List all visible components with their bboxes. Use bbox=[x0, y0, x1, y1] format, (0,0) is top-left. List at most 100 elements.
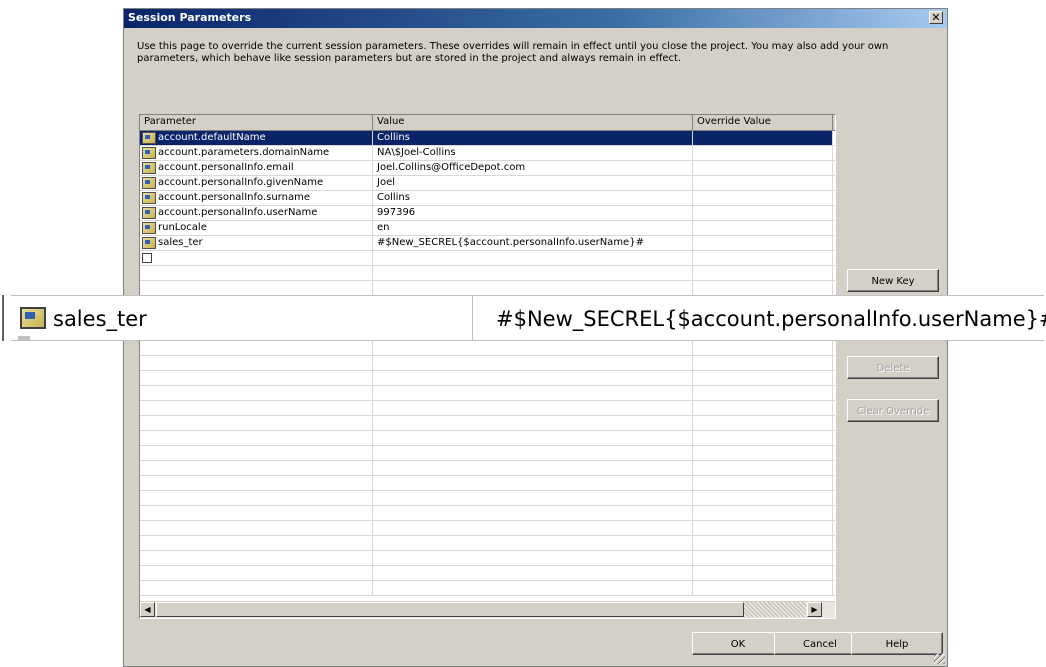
empty-row bbox=[140, 371, 835, 386]
value-cell[interactable]: Collins bbox=[373, 131, 693, 145]
override-value-cell[interactable] bbox=[693, 236, 833, 250]
parameter-cell[interactable]: account.personalInfo.userName bbox=[140, 206, 373, 220]
table-row[interactable]: account.personalInfo.givenName Joel bbox=[140, 176, 835, 191]
empty-cell bbox=[373, 386, 693, 400]
override-value-cell[interactable] bbox=[693, 206, 833, 220]
scroll-right-icon[interactable]: ▶ bbox=[807, 602, 822, 617]
override-value-cell[interactable] bbox=[693, 131, 833, 145]
empty-cell bbox=[693, 431, 833, 445]
value-cell[interactable]: 997396 bbox=[373, 206, 693, 220]
empty-cell bbox=[140, 581, 373, 595]
zoom-column-divider bbox=[472, 295, 473, 341]
empty-cell bbox=[373, 446, 693, 460]
empty-row bbox=[140, 566, 835, 581]
parameter-cell[interactable]: account.personalInfo.email bbox=[140, 161, 373, 175]
empty-cell bbox=[693, 536, 833, 550]
empty-cell bbox=[373, 536, 693, 550]
parameter-cell[interactable]: account.defaultName bbox=[140, 131, 373, 145]
title-bar[interactable]: Session Parameters ✕ bbox=[124, 9, 947, 28]
empty-cell bbox=[140, 341, 373, 355]
new-row[interactable] bbox=[140, 251, 835, 266]
delete-button[interactable]: Delete bbox=[847, 356, 939, 379]
parameter-icon bbox=[142, 177, 156, 189]
scroll-track[interactable] bbox=[744, 602, 806, 617]
empty-row bbox=[140, 506, 835, 521]
clear-override-button[interactable]: Clear Override bbox=[847, 399, 939, 422]
zoom-left-edge bbox=[0, 295, 4, 341]
value-cell[interactable]: Collins bbox=[373, 191, 693, 205]
empty-cell bbox=[373, 371, 693, 385]
column-header-parameter[interactable]: Parameter bbox=[140, 115, 373, 130]
parameter-name: sales_ter bbox=[158, 237, 203, 248]
empty-cell bbox=[140, 431, 373, 445]
value-cell[interactable]: en bbox=[373, 221, 693, 235]
empty-cell bbox=[140, 281, 373, 295]
value-cell[interactable]: Joel bbox=[373, 176, 693, 190]
parameter-name: account.personalInfo.email bbox=[158, 162, 294, 173]
empty-cell bbox=[373, 461, 693, 475]
scroll-left-icon[interactable]: ◀ bbox=[140, 602, 155, 617]
empty-row bbox=[140, 491, 835, 506]
new-row-value-cell[interactable] bbox=[373, 251, 693, 265]
value-cell[interactable]: #$New_SECREL{$account.personalInfo.userN… bbox=[373, 236, 693, 250]
empty-cell bbox=[693, 581, 833, 595]
parameter-cell[interactable]: account.personalInfo.givenName bbox=[140, 176, 373, 190]
empty-cell bbox=[693, 266, 833, 280]
empty-cell bbox=[373, 266, 693, 280]
parameter-name: account.personalInfo.givenName bbox=[158, 177, 324, 188]
new-row-checkbox[interactable] bbox=[142, 253, 152, 263]
value-cell[interactable]: Joel.Collins@OfficeDepot.com bbox=[373, 161, 693, 175]
parameter-cell[interactable]: account.personalInfo.surname bbox=[140, 191, 373, 205]
help-label: Help bbox=[885, 639, 909, 650]
table-row[interactable]: account.personalInfo.email Joel.Collins@O… bbox=[140, 161, 835, 176]
empty-cell bbox=[693, 476, 833, 490]
empty-cell bbox=[693, 281, 833, 295]
help-button[interactable]: Help bbox=[851, 632, 943, 655]
empty-row bbox=[140, 446, 835, 461]
parameters-grid[interactable]: Parameter Value Override Value account.d… bbox=[139, 114, 836, 619]
table-row[interactable]: account.parameters.domainName NA\$Joel-Co… bbox=[140, 146, 835, 161]
parameter-cell[interactable]: runLocale bbox=[140, 221, 373, 235]
table-row[interactable]: account.defaultName Collins bbox=[140, 131, 835, 146]
empty-cell bbox=[140, 416, 373, 430]
parameter-cell[interactable]: sales_ter bbox=[140, 236, 373, 250]
empty-row bbox=[140, 356, 835, 371]
new-row-cell[interactable] bbox=[140, 251, 373, 265]
table-row[interactable]: account.personalInfo.surname Collins bbox=[140, 191, 835, 206]
parameter-name: runLocale bbox=[158, 222, 207, 233]
ok-button[interactable]: OK bbox=[692, 632, 784, 655]
override-value-cell[interactable] bbox=[693, 146, 833, 160]
scroll-thumb[interactable] bbox=[156, 602, 744, 617]
table-row[interactable]: runLocale en bbox=[140, 221, 835, 236]
grid-header: Parameter Value Override Value bbox=[140, 115, 835, 131]
zoom-inset: sales_ter #$New_SECREL{$account.personal… bbox=[0, 295, 1046, 341]
empty-row bbox=[140, 521, 835, 536]
new-row-override-cell[interactable] bbox=[693, 251, 833, 265]
empty-cell bbox=[693, 401, 833, 415]
empty-cell bbox=[693, 506, 833, 520]
empty-cell bbox=[373, 416, 693, 430]
column-header-override-value[interactable]: Override Value bbox=[693, 115, 833, 130]
new-key-button[interactable]: New Key bbox=[847, 269, 939, 292]
parameter-icon bbox=[142, 207, 156, 219]
parameter-cell[interactable]: account.parameters.domainName bbox=[140, 146, 373, 160]
empty-cell bbox=[140, 461, 373, 475]
override-value-cell[interactable] bbox=[693, 191, 833, 205]
table-row[interactable]: account.personalInfo.userName 997396 bbox=[140, 206, 835, 221]
empty-cell bbox=[140, 371, 373, 385]
empty-cell bbox=[693, 386, 833, 400]
value-cell[interactable]: NA\$Joel-Collins bbox=[373, 146, 693, 160]
table-row[interactable]: sales_ter #$New_SECREL{$account.personalI… bbox=[140, 236, 835, 251]
override-value-cell[interactable] bbox=[693, 176, 833, 190]
close-icon[interactable]: ✕ bbox=[929, 11, 943, 24]
cancel-label: Cancel bbox=[803, 639, 837, 650]
parameter-icon bbox=[142, 162, 156, 174]
column-header-value[interactable]: Value bbox=[373, 115, 693, 130]
override-value-cell[interactable] bbox=[693, 161, 833, 175]
empty-cell bbox=[693, 521, 833, 535]
horizontal-scrollbar[interactable]: ◀ ▶ bbox=[140, 601, 835, 618]
parameter-name: account.personalInfo.userName bbox=[158, 207, 318, 218]
override-value-cell[interactable] bbox=[693, 221, 833, 235]
resize-grip-icon[interactable] bbox=[934, 653, 945, 664]
empty-row bbox=[140, 281, 835, 296]
